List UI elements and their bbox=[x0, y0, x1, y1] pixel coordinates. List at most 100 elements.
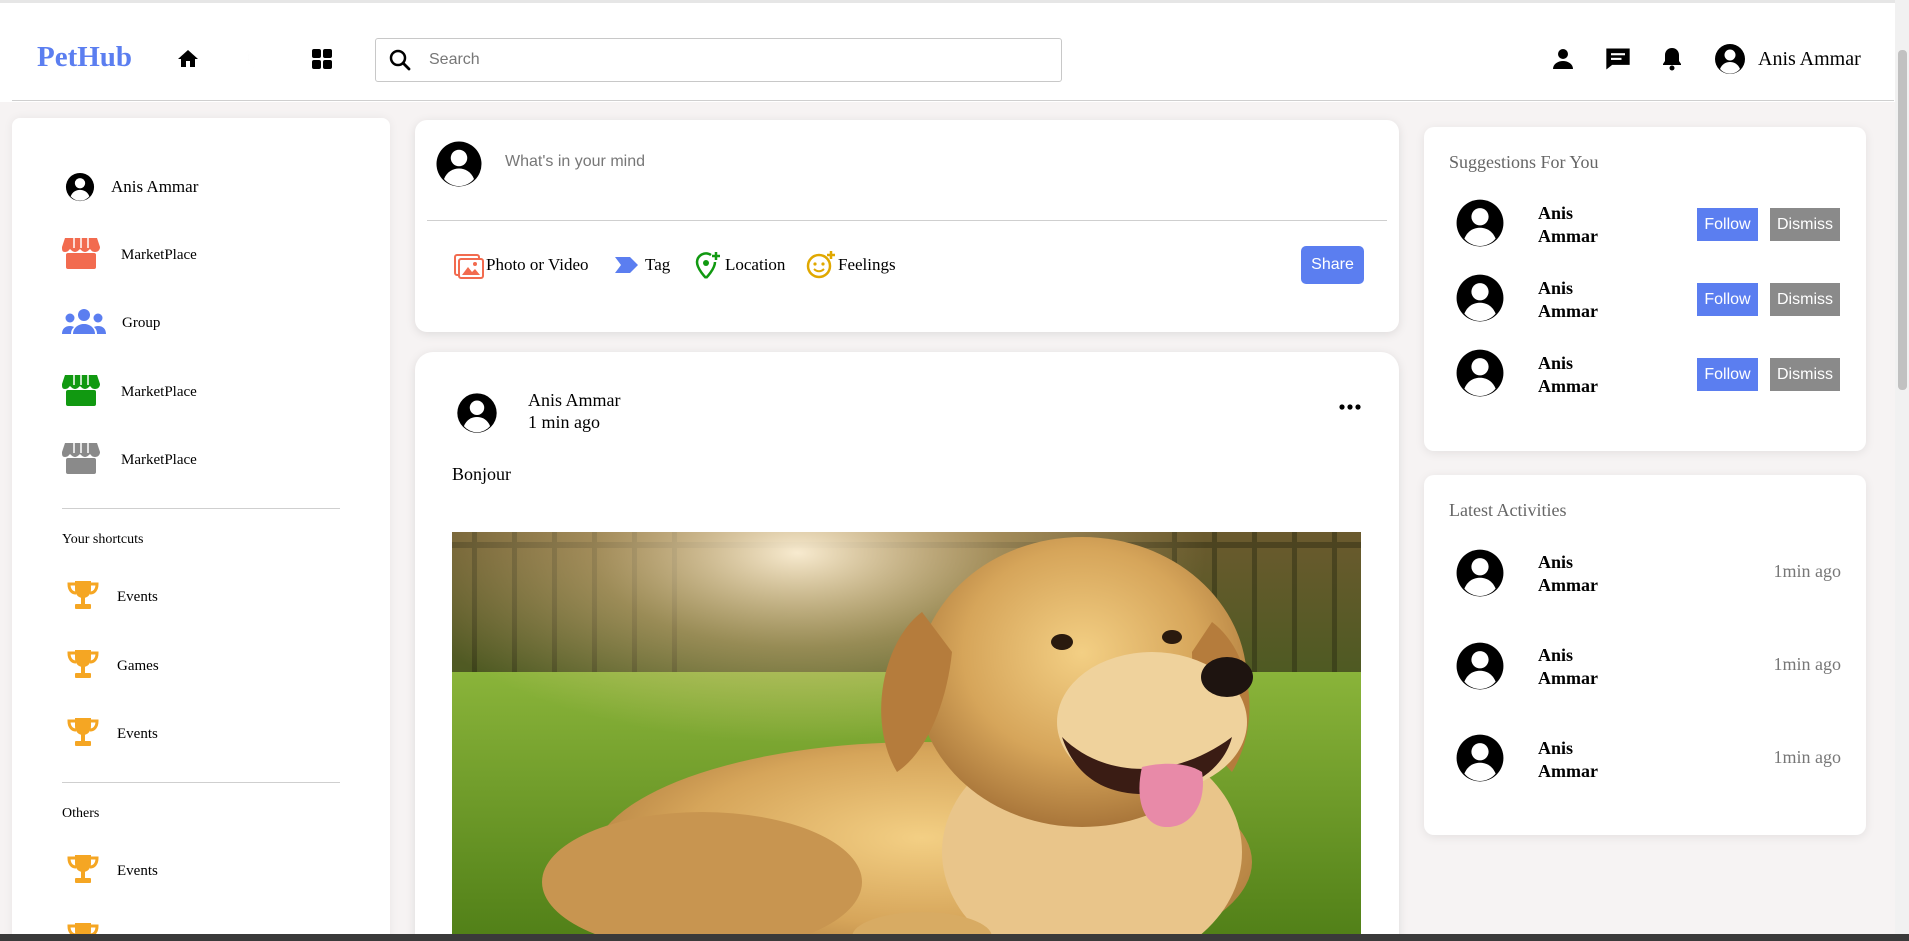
sidebar-item-marketplace[interactable]: MarketPlace bbox=[62, 236, 197, 275]
last-name: Ammar bbox=[1538, 668, 1598, 688]
sidebar-item-label: Events bbox=[117, 726, 158, 742]
location-button[interactable]: Location bbox=[691, 250, 785, 280]
avatar-icon[interactable] bbox=[456, 392, 498, 434]
activity-time: 1min ago bbox=[1773, 561, 1842, 581]
feelings-button[interactable]: Feelings bbox=[804, 250, 896, 280]
search-input[interactable] bbox=[429, 51, 1061, 69]
post-image[interactable] bbox=[452, 532, 1361, 941]
sidebar-item-marketplace[interactable]: MarketPlace bbox=[62, 441, 197, 480]
taskbar-strip bbox=[0, 934, 1909, 941]
action-label: Photo or Video bbox=[486, 255, 589, 274]
search-icon bbox=[387, 47, 413, 73]
avatar-icon bbox=[65, 172, 95, 202]
logo[interactable]: PetHub bbox=[37, 41, 132, 74]
sidebar-item-label: Games bbox=[117, 658, 159, 674]
composer-input[interactable] bbox=[505, 153, 1205, 171]
sidebar-divider bbox=[62, 782, 340, 783]
sidebar-item-label: Events bbox=[117, 863, 158, 879]
action-label: Location bbox=[725, 255, 786, 274]
avatar-icon[interactable] bbox=[1455, 733, 1505, 783]
more-options-icon[interactable] bbox=[1335, 392, 1365, 422]
activities-title: Latest Activities bbox=[1449, 500, 1567, 520]
sidebar-item-events[interactable]: Events bbox=[66, 852, 158, 891]
dismiss-button[interactable]: Dismiss bbox=[1770, 358, 1840, 391]
user-name: Anis Ammar bbox=[1758, 47, 1861, 70]
first-name: Anis bbox=[1538, 645, 1574, 665]
suggestion-name[interactable]: Anis Ammar bbox=[1538, 202, 1618, 248]
post-author[interactable]: Anis Ammar bbox=[528, 390, 621, 411]
sidebar-item-events[interactable]: Events bbox=[66, 715, 158, 754]
store-icon bbox=[62, 373, 100, 412]
home-icon[interactable] bbox=[171, 42, 205, 76]
activity-name[interactable]: Anis Ammar bbox=[1538, 737, 1618, 783]
sidebar-item-label: Anis Ammar bbox=[111, 177, 199, 196]
suggestion-name[interactable]: Anis Ammar bbox=[1538, 277, 1618, 323]
activity-name[interactable]: Anis Ammar bbox=[1538, 644, 1618, 690]
avatar-icon[interactable] bbox=[1455, 348, 1505, 398]
sidebar-item-label: MarketPlace bbox=[121, 247, 197, 263]
avatar-icon[interactable] bbox=[1455, 273, 1505, 323]
header-divider bbox=[12, 100, 1894, 101]
store-icon bbox=[62, 236, 100, 275]
location-icon bbox=[691, 250, 725, 280]
first-name: Anis bbox=[1538, 353, 1574, 373]
store-icon bbox=[62, 441, 100, 480]
scrollbar-thumb[interactable] bbox=[1898, 50, 1907, 390]
post-time: 1 min ago bbox=[528, 412, 600, 432]
first-name: Anis bbox=[1538, 278, 1574, 298]
last-name: Ammar bbox=[1538, 226, 1598, 246]
group-icon bbox=[62, 308, 106, 339]
tag-button[interactable]: Tag bbox=[610, 250, 670, 280]
trophy-icon bbox=[66, 578, 100, 617]
tag-icon bbox=[610, 250, 644, 280]
sidebar-item-label: MarketPlace bbox=[121, 384, 197, 400]
photo-icon bbox=[452, 250, 486, 280]
post-composer: Photo or Video Tag Location Feelings Sha… bbox=[415, 120, 1399, 332]
message-icon[interactable] bbox=[1601, 42, 1635, 76]
sidebar-item-label: MarketPlace bbox=[121, 452, 197, 468]
avatar-icon[interactable] bbox=[1455, 198, 1505, 248]
first-name: Anis bbox=[1538, 203, 1574, 223]
sidebar-item-label: Group bbox=[122, 315, 161, 331]
sidebar-item-marketplace[interactable]: MarketPlace bbox=[62, 373, 197, 412]
smiley-icon bbox=[804, 250, 838, 280]
trophy-icon bbox=[66, 715, 100, 754]
activities-card: Latest Activities Anis Ammar 1min ago Ani… bbox=[1424, 475, 1866, 835]
person-icon[interactable] bbox=[1546, 42, 1580, 76]
last-name: Ammar bbox=[1538, 761, 1598, 781]
others-heading: Others bbox=[62, 806, 100, 821]
suggestions-title: Suggestions For You bbox=[1449, 152, 1599, 172]
sidebar-item-games[interactable]: Games bbox=[66, 647, 159, 686]
trophy-icon bbox=[66, 852, 100, 891]
activity-time: 1min ago bbox=[1773, 747, 1842, 767]
action-label: Feelings bbox=[838, 255, 896, 274]
follow-button[interactable]: Follow bbox=[1697, 208, 1758, 241]
suggestion-name[interactable]: Anis Ammar bbox=[1538, 352, 1618, 398]
shortcuts-heading: Your shortcuts bbox=[62, 532, 144, 547]
sidebar-item-group[interactable]: Group bbox=[62, 308, 160, 339]
suggestions-card: Suggestions For You Anis Ammar Follow Dis… bbox=[1424, 127, 1866, 451]
post-card: Anis Ammar 1 min ago Bonjour bbox=[415, 352, 1399, 941]
top-bar: PetHub Anis Ammar bbox=[0, 0, 1909, 102]
share-button[interactable]: Share bbox=[1301, 246, 1364, 284]
moon-icon[interactable] bbox=[237, 42, 271, 76]
dismiss-button[interactable]: Dismiss bbox=[1770, 283, 1840, 316]
grid-icon[interactable] bbox=[305, 42, 339, 76]
sidebar-item-profile[interactable]: Anis Ammar bbox=[65, 172, 198, 202]
avatar-icon[interactable] bbox=[1455, 641, 1505, 691]
follow-button[interactable]: Follow bbox=[1697, 283, 1758, 316]
page: PetHub Anis Ammar bbox=[0, 0, 1909, 941]
post-text: Bonjour bbox=[452, 464, 512, 484]
bell-icon[interactable] bbox=[1655, 42, 1689, 76]
scrollbar[interactable] bbox=[1895, 0, 1909, 941]
activity-name[interactable]: Anis Ammar bbox=[1538, 551, 1618, 597]
follow-button[interactable]: Follow bbox=[1697, 358, 1758, 391]
sidebar-item-events[interactable]: Events bbox=[66, 578, 158, 617]
search-bar bbox=[375, 38, 1062, 82]
photo-video-button[interactable]: Photo or Video bbox=[452, 250, 589, 280]
left-sidebar: Anis Ammar MarketPlace Group MarketPlace bbox=[12, 118, 390, 941]
sidebar-divider bbox=[62, 508, 340, 509]
dismiss-button[interactable]: Dismiss bbox=[1770, 208, 1840, 241]
avatar-icon[interactable] bbox=[1455, 548, 1505, 598]
user-menu[interactable]: Anis Ammar bbox=[1714, 43, 1861, 75]
